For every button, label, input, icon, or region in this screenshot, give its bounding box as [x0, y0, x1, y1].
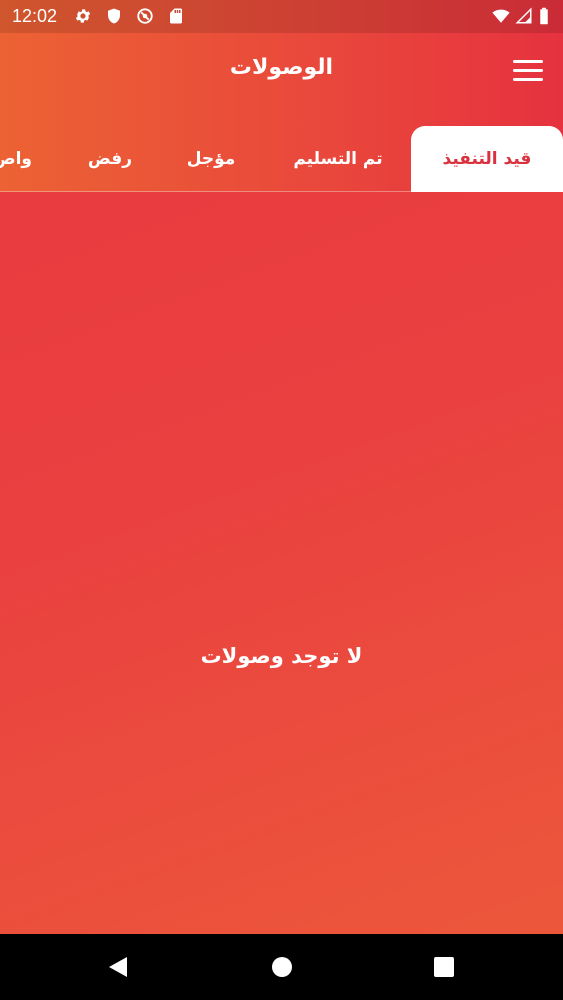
app-screen: 12:02 الوصولات قيد التنفيذ تم التسليم مؤ…: [0, 0, 563, 1000]
gear-icon: [75, 9, 91, 23]
tabs-divider: [0, 191, 563, 192]
system-nav-bar: [0, 934, 563, 1000]
app-bar: الوصولات: [0, 33, 563, 109]
tab-rejected[interactable]: رفض: [88, 126, 132, 192]
back-icon[interactable]: [106, 955, 130, 979]
shield-icon: [108, 8, 120, 24]
home-icon[interactable]: [270, 955, 294, 979]
battery-icon: [540, 7, 548, 25]
empty-state-message: لا توجد وصولات: [200, 644, 363, 668]
status-time: 12:02: [12, 6, 58, 26]
status-bar: 12:02: [0, 0, 563, 33]
tab-partial[interactable]: واص: [0, 126, 32, 192]
tab-postponed[interactable]: مؤجل: [186, 126, 236, 192]
menu-button[interactable]: [511, 57, 545, 85]
wifi-icon: [492, 9, 510, 23]
signal-icon: [515, 7, 532, 24]
tab-in-progress[interactable]: قيد التنفيذ: [411, 126, 563, 192]
tab-delivered[interactable]: تم التسليم: [290, 126, 386, 192]
sd-card-icon: [170, 8, 182, 24]
recents-icon[interactable]: [432, 955, 456, 979]
vpn-icon: [137, 8, 153, 24]
page-title: الوصولات: [229, 55, 334, 80]
tab-bar: قيد التنفيذ تم التسليم مؤجل رفض واص: [0, 126, 563, 192]
